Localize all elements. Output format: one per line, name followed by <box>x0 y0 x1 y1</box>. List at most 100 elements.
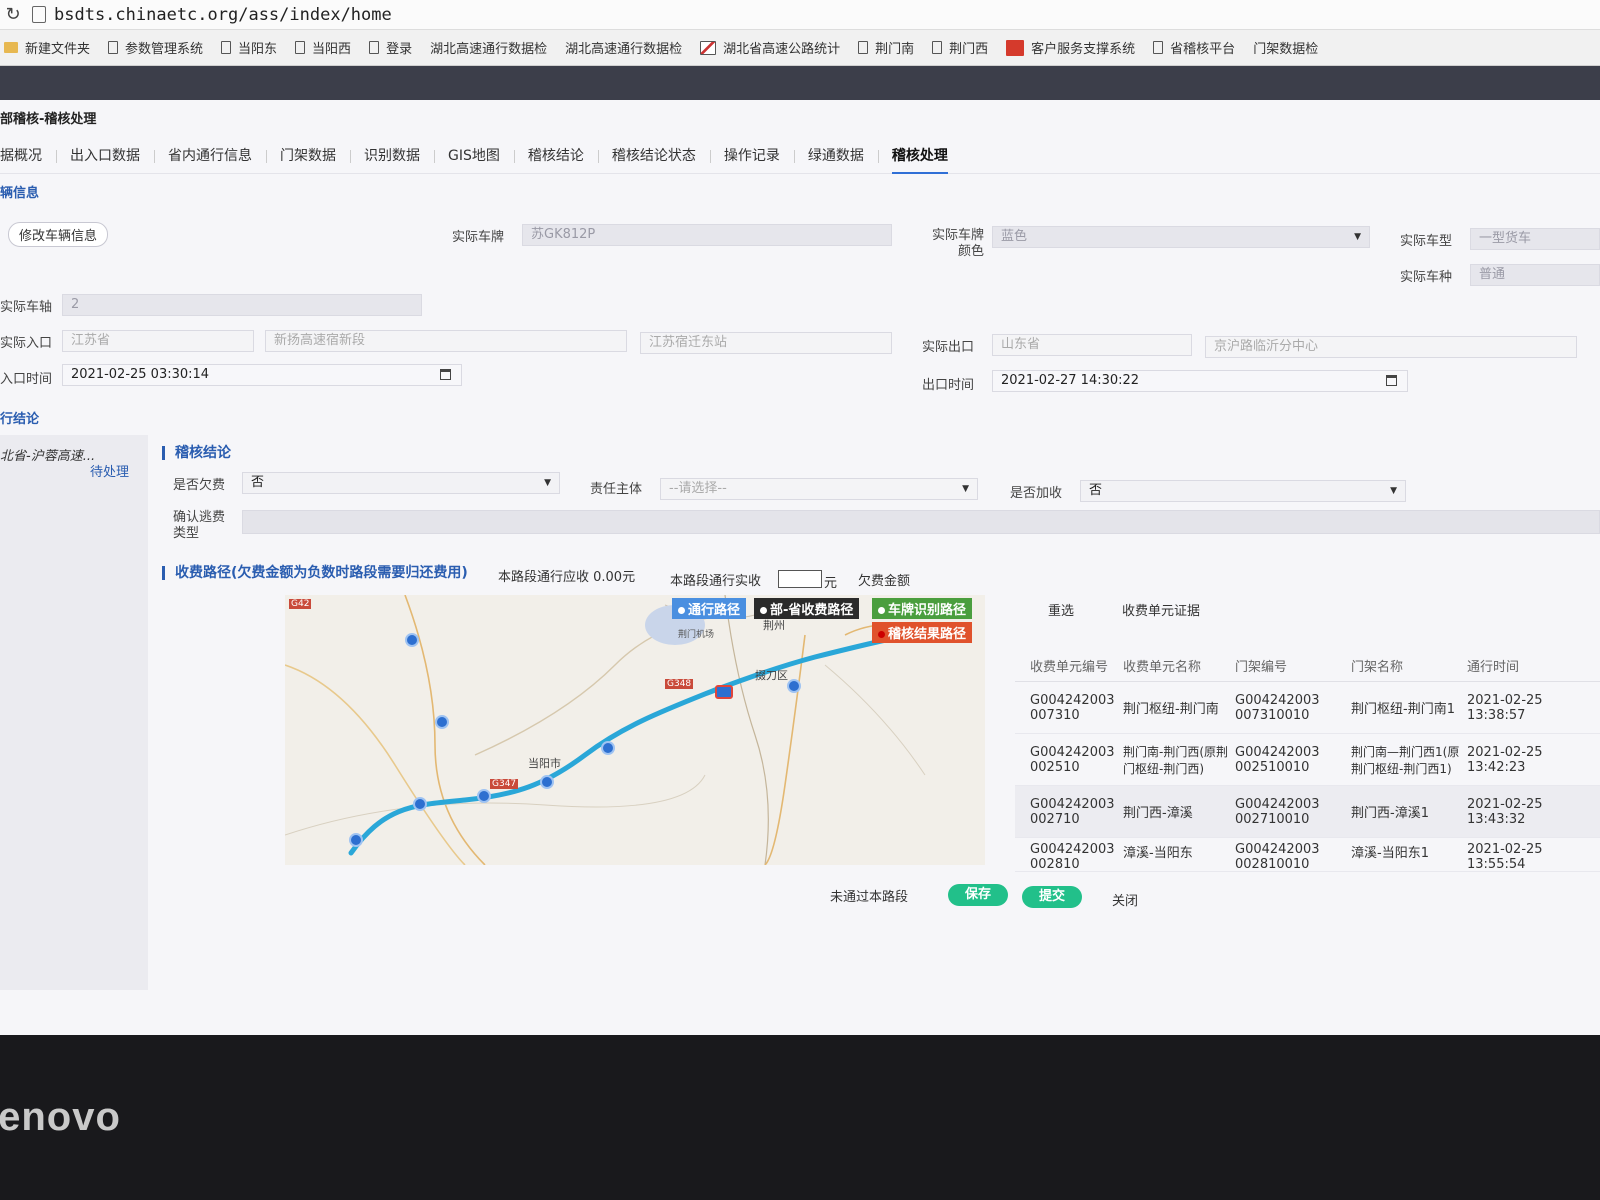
road-shield: G42 <box>289 599 312 609</box>
bookmark-item[interactable]: 荆门南 <box>858 38 914 57</box>
surcharge-select[interactable]: 否 ▼ <box>1080 480 1406 502</box>
breadcrumb: 部稽核-稽核处理 <box>0 112 97 127</box>
route-marker-icon[interactable] <box>715 685 733 699</box>
close-button[interactable]: 关闭 <box>1112 890 1138 909</box>
chevron-down-icon: ▼ <box>962 484 969 494</box>
bookmark-item[interactable]: 当阳西 <box>295 38 351 57</box>
bookmark-folder[interactable]: 新建文件夹 <box>4 38 90 57</box>
owed-label: 是否欠费 <box>173 478 226 493</box>
tab-gantry[interactable]: 门架数据 <box>266 138 350 174</box>
legend-toll-route[interactable]: 部-省收费路径 <box>754 598 860 619</box>
record-item[interactable]: 北省-沪蓉高速... <box>0 445 95 464</box>
route-marker-icon[interactable] <box>435 715 449 729</box>
toll-unit-table: 收费单元编号 收费单元名称 门架编号 门架名称 通行时间 G004242003 … <box>1015 650 1600 872</box>
route-marker-icon[interactable] <box>787 679 801 693</box>
tab-province-pass[interactable]: 省内通行信息 <box>154 138 266 174</box>
route-marker-icon[interactable] <box>540 775 554 789</box>
entry-time-field[interactable]: 2021-02-25 03:30:14 <box>62 364 462 386</box>
legend-plate-route[interactable]: 车牌识别路径 <box>872 598 973 619</box>
vehicle-kind-label: 实际车种 <box>1400 270 1453 285</box>
page-icon <box>932 41 943 54</box>
legend-audit-route[interactable]: 稽核结果路径 <box>872 622 973 643</box>
party-select[interactable]: --请选择-- ▼ <box>660 478 978 500</box>
evasion-type-field[interactable] <box>242 510 1600 534</box>
exit-time-field[interactable]: 2021-02-27 14:30:22 <box>992 370 1408 392</box>
url-text[interactable]: bsdts.chinaetc.org/ass/index/home <box>54 5 392 25</box>
bookmark-item[interactable]: 湖北高速通行数据检 <box>565 38 682 57</box>
table-header: 收费单元编号 收费单元名称 门架编号 门架名称 通行时间 <box>1015 650 1600 682</box>
not-pass-button[interactable]: 未通过本路段 <box>830 886 908 905</box>
entry-time-label: 入口时间 <box>0 372 53 387</box>
chevron-down-icon: ▼ <box>544 478 551 488</box>
tab-recognition[interactable]: 识别数据 <box>350 138 434 174</box>
bookmark-item[interactable]: 客户服务支撑系统 <box>1006 38 1135 57</box>
entry-label: 实际入口 <box>0 336 53 351</box>
map-label: 当阳市 <box>528 757 561 770</box>
dot-icon <box>878 607 885 614</box>
calendar-icon[interactable] <box>440 369 451 380</box>
owed-select[interactable]: 否 ▼ <box>242 472 560 494</box>
modify-vehicle-button[interactable]: 修改车辆信息 <box>8 222 109 247</box>
legend-pass-route[interactable]: 通行路径 <box>672 598 747 619</box>
vehicle-type-label: 实际车型 <box>1400 234 1453 249</box>
address-bar[interactable]: ↻ bsdts.chinaetc.org/ass/index/home <box>0 0 1600 30</box>
table-row[interactable]: G004242003 007310 荆门枢纽-荆门南 G004242003 00… <box>1015 682 1600 734</box>
page-icon <box>221 41 232 54</box>
save-button[interactable]: 保存 <box>948 884 1008 906</box>
dot-icon <box>760 607 767 614</box>
paid-amount-input[interactable] <box>778 570 822 588</box>
tab-green-pass[interactable]: 绿通数据 <box>793 138 878 174</box>
bookmark-item[interactable]: 荆门西 <box>932 38 988 57</box>
bookmark-item[interactable]: 湖北省高速公路统计 <box>700 38 840 57</box>
bookmark-item[interactable]: 登录 <box>369 38 412 57</box>
party-label: 责任主体 <box>590 482 643 497</box>
bookmark-item[interactable]: 省稽核平台 <box>1153 38 1235 57</box>
route-marker-icon[interactable] <box>349 833 363 847</box>
monitor-bezel: lenovo <box>0 1035 1600 1200</box>
tab-operation-log[interactable]: 操作记录 <box>709 138 794 174</box>
route-subtitle: 收费路径(欠费金额为负数时路段需要归还费用) <box>162 566 468 580</box>
bookmark-item[interactable]: 当阳东 <box>221 38 277 57</box>
map-label: 荆门机场 <box>678 630 715 640</box>
record-status: 待处理 <box>90 465 130 480</box>
route-marker-icon[interactable] <box>477 789 491 803</box>
vehicle-kind-field[interactable]: 普通 <box>1470 264 1600 286</box>
chart-icon <box>700 40 717 55</box>
route-marker-icon[interactable] <box>601 741 615 755</box>
calendar-icon[interactable] <box>1386 375 1397 386</box>
vehicle-type-field[interactable]: 一型货车 <box>1470 228 1600 250</box>
tab-overview[interactable]: 据概况 <box>0 138 56 174</box>
reselect-button[interactable]: 重选 <box>1048 600 1074 619</box>
entry-section-field[interactable]: 新扬高速宿新段 <box>265 330 627 352</box>
entry-province-field[interactable]: 江苏省 <box>62 330 254 352</box>
table-row[interactable]: G004242003 002710 荆门西-漳溪 G004242003 0027… <box>1015 786 1600 838</box>
road-shield: G348 <box>665 679 694 689</box>
evidence-button[interactable]: 收费单元证据 <box>1122 600 1200 619</box>
map-label: 掇刀区 <box>755 669 788 682</box>
tab-audit-process[interactable]: 稽核处理 <box>877 138 962 174</box>
tab-conclusion-status[interactable]: 稽核结论状态 <box>597 138 710 174</box>
table-row[interactable]: G004242003 002810 漳溪-当阳东 G004242003 0028… <box>1015 838 1600 872</box>
bookmark-item[interactable]: 参数管理系统 <box>108 38 203 57</box>
submit-button[interactable]: 提交 <box>1022 886 1082 908</box>
plate-field[interactable]: 苏GK812P <box>522 224 892 246</box>
route-marker-icon[interactable] <box>405 633 419 647</box>
tab-audit-conclusion[interactable]: 稽核结论 <box>513 138 598 174</box>
table-row[interactable]: G004242003 002510 荆门南-荆门西(原荆门枢纽-荆门西) G00… <box>1015 734 1600 786</box>
tab-gis-map[interactable]: GIS地图 <box>434 138 514 174</box>
page-icon <box>108 41 119 54</box>
entry-station-field[interactable]: 江苏宿迁东站 <box>640 332 892 354</box>
brand-logo: lenovo <box>0 1095 121 1139</box>
exit-province-field[interactable]: 山东省 <box>992 334 1192 356</box>
bookmark-item[interactable]: 湖北高速通行数据检 <box>430 38 547 57</box>
route-marker-icon[interactable] <box>413 797 427 811</box>
plate-color-select[interactable]: 蓝色 ▼ <box>992 226 1370 248</box>
surcharge-label: 是否加收 <box>1010 486 1063 501</box>
paid-unit: 元 <box>824 576 838 591</box>
bookmark-item[interactable]: 门架数据检 <box>1253 38 1318 57</box>
tab-entry-exit[interactable]: 出入口数据 <box>56 138 154 174</box>
exit-station-field[interactable]: 京沪路临沂分中心 <box>1205 336 1577 358</box>
axle-field[interactable]: 2 <box>62 294 422 316</box>
reload-icon[interactable]: ↻ <box>0 4 26 25</box>
owed-amount-label: 欠费金额 <box>858 574 911 589</box>
